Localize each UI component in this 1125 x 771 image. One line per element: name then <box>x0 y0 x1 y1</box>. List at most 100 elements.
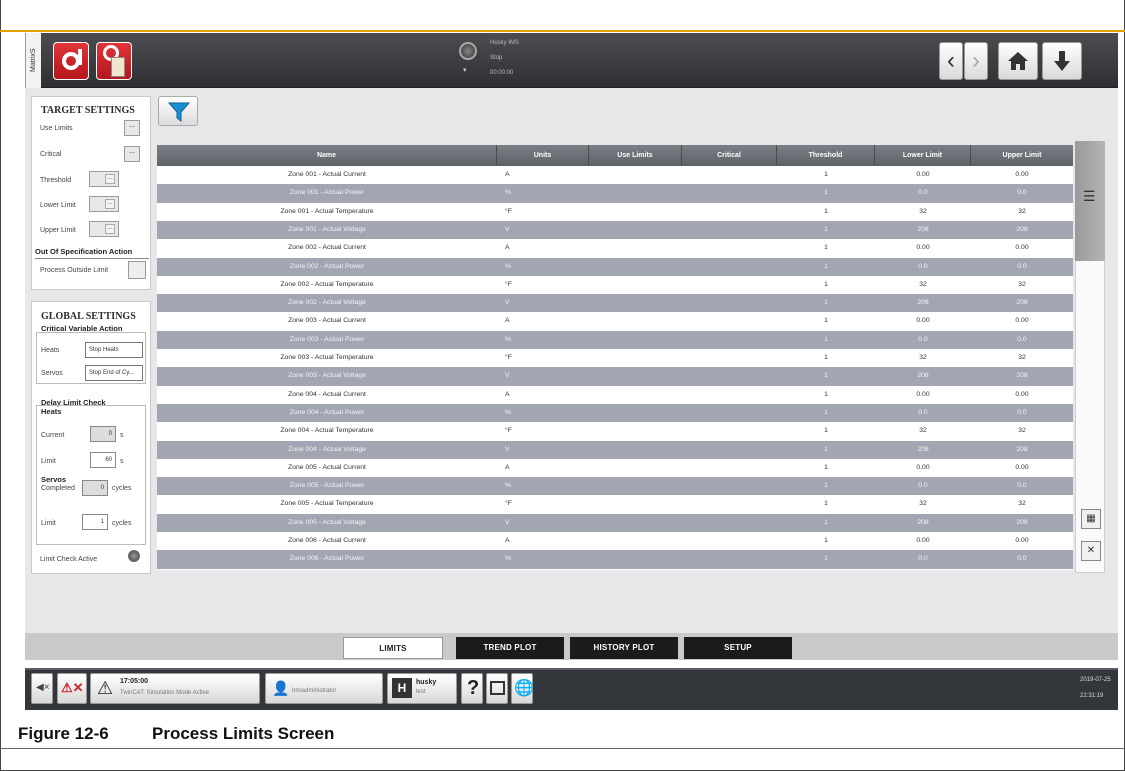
column-header-critical[interactable]: Critical <box>682 145 777 166</box>
cell-units: V <box>505 225 510 233</box>
tab-limits[interactable]: LIMITS <box>343 637 443 659</box>
table-row[interactable]: Zone 006 - Actual Power% 1 0.0 0.0 <box>157 550 1073 569</box>
servos-subtitle: Servos <box>41 475 67 484</box>
cell-name: Zone 006 - Actual Power <box>289 555 365 563</box>
servos-action-select[interactable]: Stop End of Cy... <box>85 365 143 381</box>
column-header-use-limits[interactable]: Use Limits <box>589 145 682 166</box>
machine-status-lamp-icon <box>459 42 477 60</box>
table-row[interactable]: Zone 002 - Actual Power% 1 0.0 0.0 <box>157 257 1073 276</box>
table-row[interactable]: Zone 004 - Actual Temperature °F 1 32 32 <box>157 422 1073 441</box>
side-tab[interactable]: MatrixS <box>25 33 41 88</box>
screenshot-button[interactable] <box>486 673 508 704</box>
mute-button[interactable]: ◀× <box>31 673 53 704</box>
home-button[interactable] <box>998 42 1038 80</box>
cell-threshold: 1 <box>824 317 828 325</box>
upper-limit-label: Upper Limit <box>40 227 76 234</box>
tab-history-plot[interactable]: HISTORY PLOT <box>570 637 678 659</box>
upper-limit-field[interactable]: --- <box>89 221 119 237</box>
column-header-units[interactable]: Units <box>497 145 589 166</box>
table-row[interactable]: Zone 005 - Actual Power% 1 0.0 0.0 <box>157 477 1073 496</box>
lockout-button[interactable] <box>96 42 132 80</box>
clear-selection-button[interactable]: ✕ <box>1081 541 1101 561</box>
table-row[interactable]: Zone 004 - Actual Power% 1 0.0 0.0 <box>157 403 1073 423</box>
help-button[interactable]: ? <box>461 673 483 704</box>
lower-limit-field[interactable]: --- <box>89 196 119 212</box>
table-row[interactable]: Zone 001 - Actual Power% 1 0.0 0.0 <box>157 184 1073 203</box>
status-time: 00:00:00 <box>490 70 514 76</box>
back-button[interactable]: ‹ <box>939 42 963 80</box>
cell-name: Zone 006 - Actual Current <box>288 537 366 544</box>
status-arrow-icon: ▾ <box>463 67 467 74</box>
table-row[interactable]: Zone 003 - Actual Current A 1 0.00 0.00 <box>157 312 1073 331</box>
table-row[interactable]: Zone 001 - Actual Current A 1 0.00 0.00 <box>157 166 1073 185</box>
cell-use-limits <box>589 294 682 312</box>
table-row[interactable]: Zone 002 - Actual Temperature °F 1 32 32 <box>157 275 1073 295</box>
threshold-field[interactable]: --- <box>89 171 119 187</box>
user-button[interactable]: 👤 hmiadministrator <box>265 673 383 704</box>
cell-critical <box>682 258 777 276</box>
servos-limit-input[interactable]: 1 <box>82 514 108 530</box>
use-limits-button[interactable]: --- <box>124 120 140 136</box>
completed-value: 0 <box>82 480 108 496</box>
critical-button[interactable]: --- <box>124 146 140 162</box>
alarm-button[interactable] <box>53 42 89 80</box>
cell-use-limits <box>589 532 682 550</box>
accent-line <box>0 30 1125 32</box>
table-row[interactable]: Zone 005 - Actual Current A 1 0.00 0.00 <box>157 458 1073 478</box>
cell-upper-limit: 32 <box>1018 500 1026 508</box>
cell-name: Zone 005 - Actual Power <box>289 482 365 490</box>
cell-critical <box>682 532 777 550</box>
mold-button[interactable]: H husky test <box>387 673 457 704</box>
target-settings-title: TARGET SETTINGS <box>41 105 135 116</box>
cell-units: A <box>505 244 510 252</box>
cell-lower-limit: 0.00 <box>916 463 930 471</box>
heats-action-select[interactable]: Stop Heats <box>85 342 143 358</box>
cell-name: Zone 002 - Actual Current <box>288 244 366 252</box>
cell-units: °F <box>505 207 512 215</box>
limits-table: Name Units Use Limits Critical Threshold… <box>157 145 1073 570</box>
cell-critical <box>682 276 777 294</box>
filter-button[interactable] <box>158 96 198 126</box>
table-row[interactable]: Zone 005 - Actual Voltage V 1 208 208 <box>157 513 1073 532</box>
table-row[interactable]: Zone 001 - Actual Voltage V 1 208 208 <box>157 220 1073 240</box>
cell-upper-limit: 208 <box>1016 225 1028 233</box>
table-row[interactable]: Zone 006 - Actual Current A 1 0.00 0.00 <box>157 532 1073 551</box>
table-row[interactable]: Zone 003 - Actual Temperature °F 1 32 32 <box>157 349 1073 368</box>
tab-setup[interactable]: SETUP <box>684 637 792 659</box>
table-row[interactable]: Zone 003 - Actual Power% 1 0.0 0.0 <box>157 330 1073 349</box>
column-header-upper-limit[interactable]: Upper Limit <box>971 145 1073 166</box>
cell-upper-limit: 32 <box>1018 207 1026 215</box>
alarm-banner[interactable]: ⚠ 17:05:00 TwinCAT: Simulation Mode Acti… <box>90 673 260 704</box>
language-button[interactable]: 🌐 <box>511 673 534 704</box>
table-row[interactable]: Zone 002 - Actual Current A 1 0.00 0.00 <box>157 239 1073 258</box>
heats-limit-input[interactable]: 60 <box>90 452 116 468</box>
menu-icon[interactable]: ☰ <box>1083 188 1096 205</box>
column-header-threshold[interactable]: Threshold <box>777 145 875 166</box>
threshold-button[interactable]: --- <box>105 174 115 184</box>
cell-lower-limit: 0.0 <box>918 555 928 563</box>
column-header-name[interactable]: Name <box>157 145 497 166</box>
cell-use-limits <box>589 495 682 513</box>
table-row[interactable]: Zone 004 - Actual Voltage V 1 208 208 <box>157 440 1073 459</box>
column-header-lower-limit[interactable]: Lower Limit <box>875 145 971 166</box>
process-outside-toggle[interactable] <box>128 261 146 279</box>
table-row[interactable]: Zone 002 - Actual Voltage V 1 208 208 <box>157 294 1073 313</box>
cell-threshold: 1 <box>824 225 828 233</box>
forward-button[interactable]: › <box>964 42 988 80</box>
table-row[interactable]: Zone 004 - Actual Current A 1 0.00 0.00 <box>157 385 1073 404</box>
alarm-reset-button[interactable]: ⚠✕ <box>57 673 87 704</box>
upper-limit-button[interactable]: --- <box>105 224 115 234</box>
use-limits-label: Use Limits <box>40 125 73 132</box>
cell-name: Zone 002 - Actual Temperature <box>280 280 374 288</box>
cell-lower-limit: 0.0 <box>918 189 928 197</box>
cell-threshold: 1 <box>824 482 828 490</box>
tab-trend-plot[interactable]: TREND PLOT <box>456 637 564 659</box>
download-button[interactable] <box>1042 42 1082 80</box>
table-row[interactable]: Zone 005 - Actual Temperature °F 1 32 32 <box>157 495 1073 514</box>
table-row[interactable]: Zone 003 - Actual Voltage V 1 208 208 <box>157 367 1073 386</box>
cell-use-limits <box>589 404 682 422</box>
current-label: Current <box>41 432 65 439</box>
lower-limit-button[interactable]: --- <box>105 199 115 209</box>
select-all-button[interactable]: ▦ <box>1081 509 1101 529</box>
table-row[interactable]: Zone 001 - Actual Temperature °F 1 32 32 <box>157 202 1073 221</box>
